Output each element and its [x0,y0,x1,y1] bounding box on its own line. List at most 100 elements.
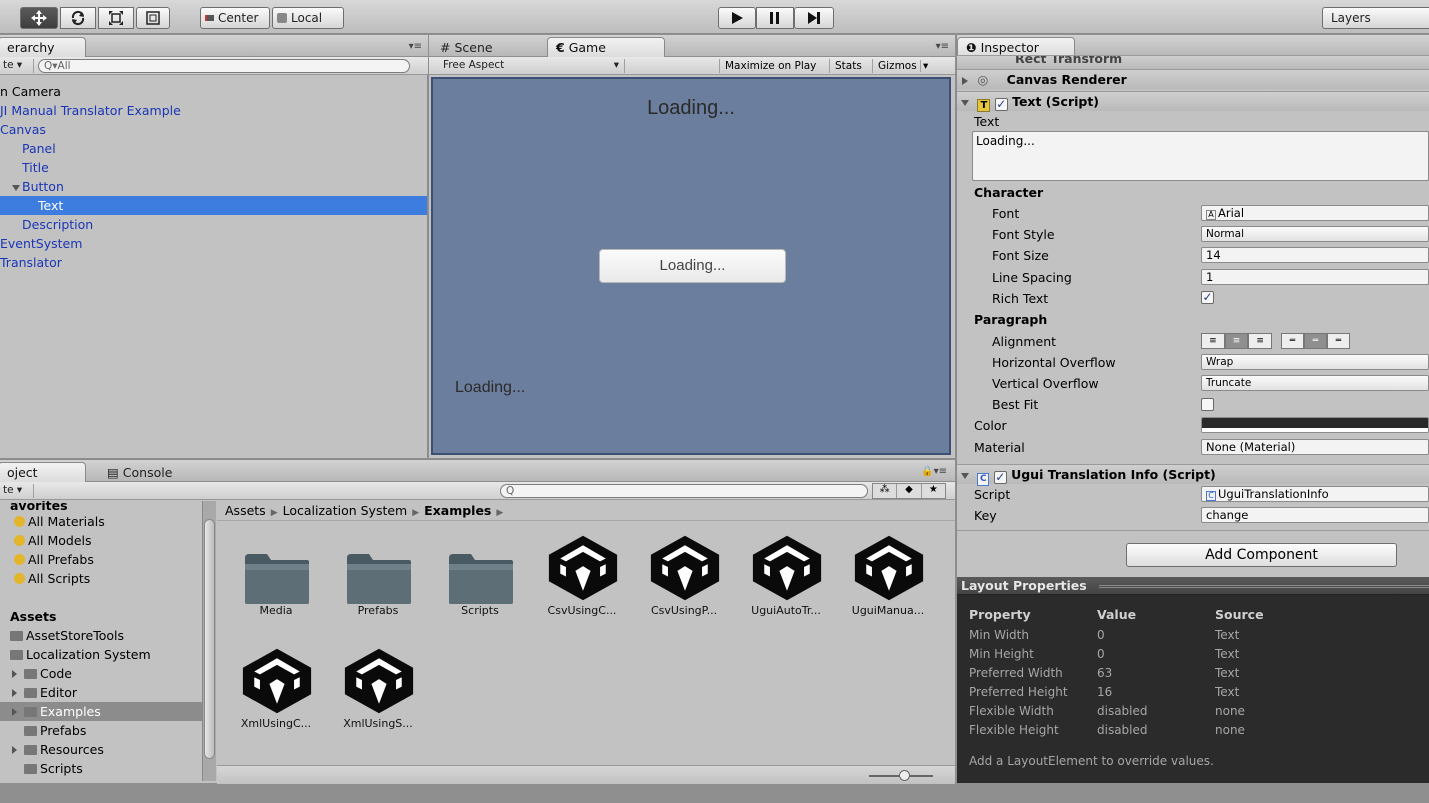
align-middle-button[interactable]: ═ [1304,333,1327,349]
assets-tree-item[interactable]: Scripts [0,759,202,778]
unity-scene-asset[interactable]: UguiManua... [843,522,933,622]
scale-tool-button[interactable] [98,7,134,29]
text-area-input[interactable]: Loading... [972,131,1429,181]
material-field[interactable]: None (Material) [1201,439,1429,455]
align-right-button[interactable]: ≡ [1248,333,1273,349]
stats-toggle[interactable]: Stats [829,59,867,73]
folder-asset[interactable]: Prefabs [333,522,423,622]
expand-arrow-icon[interactable] [12,708,17,716]
tree-scrollbar[interactable] [202,501,216,781]
panel-menu-icon[interactable]: ▾≡ [936,41,949,52]
hierarchy-item[interactable]: Title [0,158,427,177]
assets-tree-item[interactable]: AssetStoreTools [0,626,202,645]
align-left-button[interactable]: ≡ [1201,333,1225,349]
text-script-header[interactable]: T ✓ Text (Script) [957,91,1429,112]
tab-game[interactable]: € Game [547,37,665,57]
unity-scene-asset[interactable]: CsvUsingC... [537,522,627,622]
align-top-button[interactable]: ═ [1281,333,1304,349]
best-fit-checkbox[interactable] [1201,398,1214,411]
hierarchy-item[interactable]: EventSystem [0,234,427,253]
tab-console[interactable]: ▤ Console [98,462,188,482]
folder-asset[interactable]: Scripts [435,522,525,622]
hierarchy-item[interactable]: Description [0,215,427,234]
assets-tree-item[interactable]: Examples [0,702,202,721]
hand-tool-button[interactable] [20,7,58,29]
hierarchy-item[interactable]: Button [0,177,427,196]
expand-arrow-icon[interactable] [12,689,17,697]
favorite-item[interactable]: All Materials [0,512,105,531]
pivot-center-toggle[interactable]: Center [200,7,270,29]
rect-transform-header[interactable]: Rect Transform [957,55,1429,69]
hierarchy-item[interactable]: Panel [0,139,427,158]
tab-scene[interactable]: # Scene [431,37,521,57]
align-bottom-button[interactable]: ═ [1327,333,1350,349]
unity-scene-asset[interactable]: XmlUsingS... [333,635,423,735]
favorite-item[interactable]: All Prefabs [0,550,94,569]
gizmos-dropdown[interactable]: Gizmos ▾ [872,59,933,73]
lock-icon[interactable]: 🔒▾≡ [921,466,947,477]
unity-scene-asset[interactable]: UguiAutoTr... [741,522,831,622]
assets-tree-item[interactable]: Code [0,664,202,683]
hierarchy-search-input[interactable]: Q▾All [38,59,410,73]
assets-tree-item[interactable]: Resources [0,740,202,759]
expand-arrow-icon[interactable] [12,670,17,678]
ugui-enabled-checkbox[interactable]: ✓ [993,471,1007,484]
assets-tree-item[interactable]: Prefabs [0,721,202,740]
rect-tool-button[interactable] [136,7,170,29]
game-viewport[interactable]: Loading... Loading... Loading... [431,77,951,455]
font-style-dropdown[interactable]: Normal [1201,226,1429,242]
vertical-overflow-dropdown[interactable]: Truncate [1201,375,1429,391]
assets-tree-item[interactable]: Localization System [0,645,202,664]
text-enabled-checkbox[interactable]: ✓ [994,98,1008,111]
breadcrumb-item[interactable]: Localization System [283,503,408,518]
line-spacing-input[interactable]: 1 [1201,269,1429,285]
align-center-button[interactable]: ≡ [1224,333,1249,349]
panel-menu-icon[interactable]: ▾≡ [409,41,422,52]
project-search-input[interactable]: Q [500,484,868,498]
rotate-tool-button[interactable] [60,7,96,29]
tab-project[interactable]: oject [0,462,86,482]
horizontal-overflow-dropdown[interactable]: Wrap [1201,354,1429,370]
create-dropdown[interactable]: te ▾ [0,484,34,498]
unity-scene-asset[interactable]: XmlUsingC... [231,635,321,735]
play-button[interactable] [718,7,756,29]
canvas-renderer-header[interactable]: ◎ Canvas Renderer [957,69,1429,89]
expand-arrow-icon[interactable] [12,746,17,754]
ugui-translation-header[interactable]: C ✓ Ugui Translation Info (Script) [957,464,1429,486]
hierarchy-item[interactable]: Translator [0,253,427,272]
hierarchy-item[interactable]: JI Manual Translator Example [0,101,427,120]
favorite-star-icon[interactable]: ★ [922,484,945,498]
scrollbar-thumb[interactable] [204,519,215,759]
favorite-item[interactable]: All Scripts [0,569,90,588]
add-component-button[interactable]: Add Component [1126,543,1397,567]
color-picker-field[interactable] [1201,417,1429,433]
font-size-input[interactable]: 14 [1201,247,1429,263]
font-field[interactable]: A Arial [1201,205,1429,221]
assets-tree-item[interactable]: Editor [0,683,202,702]
zoom-slider-thumb[interactable] [899,770,910,781]
hierarchy-item[interactable]: Text [0,196,427,215]
game-loading-button[interactable]: Loading... [599,249,786,283]
pivot-local-toggle[interactable]: Local [272,7,344,29]
hierarchy-item[interactable]: Canvas [0,120,427,139]
filter-by-type-icon[interactable]: ⁂ [873,484,898,498]
key-input[interactable]: change [1201,507,1429,523]
breadcrumb-item[interactable]: Examples [424,503,491,518]
script-field[interactable]: C UguiTranslationInfo [1201,486,1429,502]
layers-dropdown[interactable]: Layers [1322,7,1429,29]
tab-hierarchy[interactable]: erarchy [0,37,86,57]
hierarchy-item[interactable]: n Camera [0,82,427,101]
filter-by-label-icon[interactable]: ◆ [897,484,922,498]
pause-button[interactable] [756,7,794,29]
folder-asset[interactable]: Media [231,522,321,622]
unity-scene-asset[interactable]: CsvUsingP... [639,522,729,622]
step-button[interactable] [794,7,834,29]
create-dropdown[interactable]: te ▾ [0,59,34,73]
maximize-on-play-toggle[interactable]: Maximize on Play [719,59,821,73]
fold-arrow-icon[interactable] [12,185,20,191]
aspect-dropdown[interactable]: Free Aspect ▾ [429,59,625,73]
layout-properties-header[interactable]: Layout Properties [957,577,1429,595]
favorite-item[interactable]: All Models [0,531,92,550]
rich-text-checkbox[interactable]: ✓ [1201,291,1214,304]
tab-inspector[interactable]: ❶ Inspector [957,37,1075,57]
